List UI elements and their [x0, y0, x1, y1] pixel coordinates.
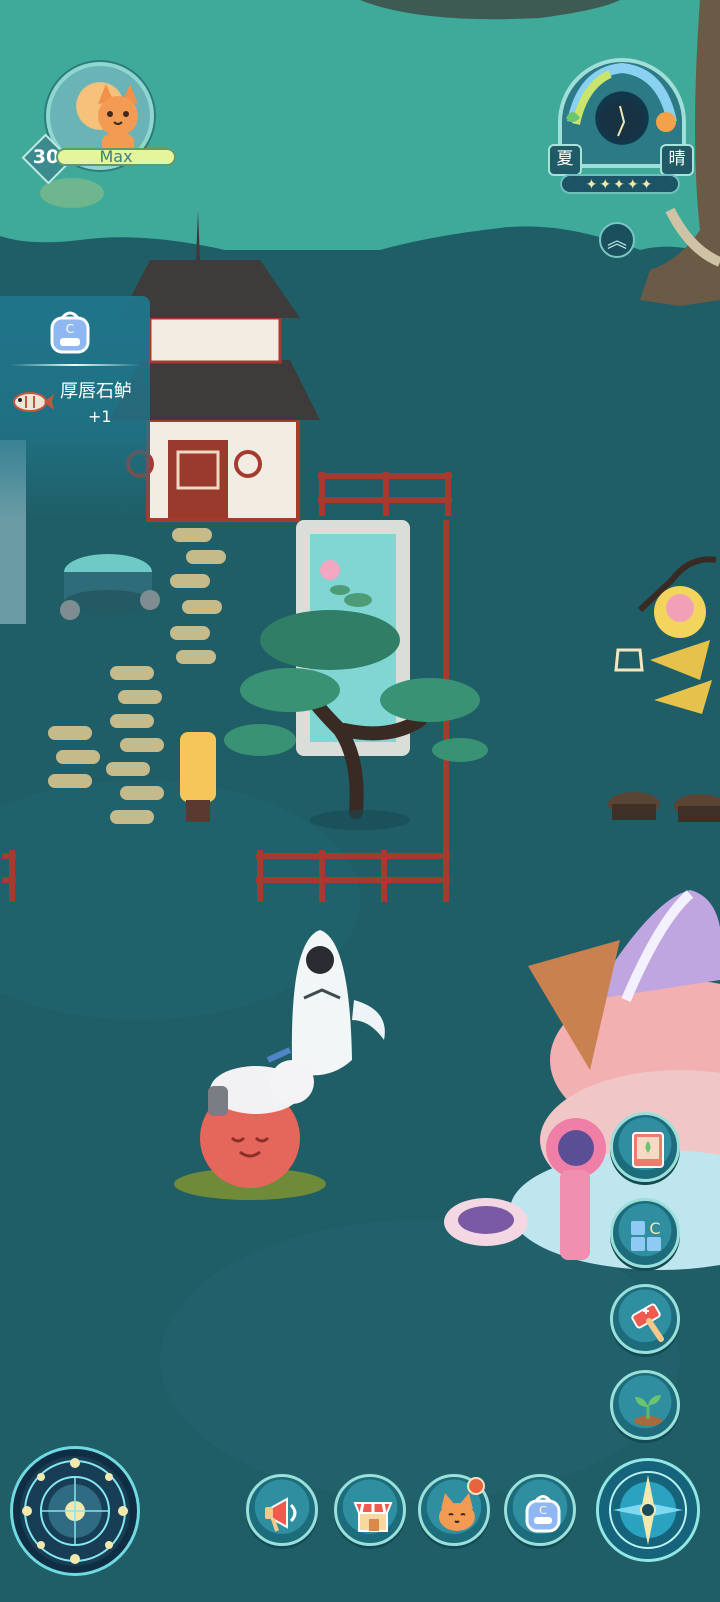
layout-button[interactable]: C: [610, 1198, 680, 1268]
item-count: +1: [88, 407, 112, 426]
backpack-icon: C: [525, 1495, 561, 1533]
shop-button[interactable]: [334, 1474, 406, 1546]
svg-text:C: C: [66, 322, 74, 336]
season-label: 夏: [548, 144, 582, 176]
compass-icon: [609, 1471, 687, 1549]
guide-book-icon: [632, 1132, 664, 1168]
megaphone-icon: [265, 1497, 297, 1532]
item-notification: C 厚唇石鲈 +1: [0, 296, 150, 520]
double-chevron-up-icon[interactable]: ︽: [599, 222, 635, 258]
item-name: 厚唇石鲈: [60, 381, 132, 402]
backpack-button[interactable]: C: [504, 1474, 576, 1546]
guide-book-button[interactable]: [610, 1112, 680, 1182]
magic-circle-button[interactable]: [10, 1446, 140, 1576]
backpack-icon: C: [50, 311, 90, 354]
hammer-icon: [631, 1303, 664, 1342]
fish-icon: [13, 392, 54, 412]
fox-pet-icon: [439, 1493, 475, 1531]
announcement-button[interactable]: [246, 1474, 318, 1546]
notification-divider: [10, 364, 140, 366]
magic-circle-icon: [22, 1458, 128, 1564]
pet-button[interactable]: [418, 1474, 490, 1546]
plant-button[interactable]: [610, 1370, 680, 1440]
compass-button[interactable]: [596, 1458, 700, 1562]
build-button[interactable]: [610, 1284, 680, 1354]
game-scene: 30 Max 夏 晴 ✦✦✦✦✦ ︽ C 厚唇石鲈 +1 C C: [0, 0, 720, 1602]
weather-stars: ✦✦✦✦✦: [560, 174, 680, 194]
layout-icon: C: [631, 1219, 661, 1251]
svg-text:C: C: [649, 1219, 660, 1238]
sprout-icon: [634, 1395, 662, 1426]
weather-label: 晴: [660, 144, 694, 176]
shop-icon: [353, 1502, 393, 1532]
player-avatar-widget[interactable]: 30 Max: [21, 60, 176, 210]
svg-text:C: C: [539, 1504, 547, 1517]
fox-avatar-icon: [98, 84, 138, 154]
xp-label: Max: [99, 147, 133, 166]
notification-badge: [467, 1477, 485, 1495]
weather-widget[interactable]: 夏 晴 ✦✦✦✦✦ ︽: [548, 58, 698, 263]
